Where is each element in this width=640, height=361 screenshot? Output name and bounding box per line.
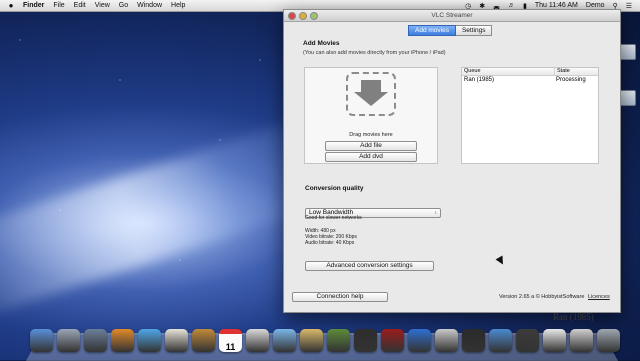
menu-file[interactable]: File (53, 2, 64, 9)
calendar-day: 11 (225, 342, 236, 352)
menu-user[interactable]: Demo (586, 2, 605, 9)
finder-icon[interactable] (30, 329, 53, 352)
connection-help-button[interactable]: Connection help (292, 292, 388, 302)
launchpad-icon[interactable] (57, 329, 80, 352)
calendar-icon[interactable]: 11 (219, 329, 242, 352)
itunes-icon[interactable] (408, 329, 431, 352)
drop-zone-label: Drag movies here (349, 132, 393, 138)
menu-clock[interactable]: Thu 11:46 AM (535, 2, 578, 9)
table-row[interactable]: Ran (1985) Processing (462, 76, 598, 85)
add-movies-heading: Add Movies (303, 40, 340, 47)
contacts-icon[interactable] (192, 329, 215, 352)
menu-finder[interactable]: Finder (23, 2, 44, 9)
app-store-icon[interactable] (435, 329, 458, 352)
advanced-conversion-settings-button[interactable]: Advanced conversion settings (305, 261, 434, 271)
queue-item-state: Processing (556, 77, 586, 83)
menu-edit[interactable]: Edit (74, 2, 86, 9)
queue-item-name: Ran (1985) (464, 77, 495, 83)
close-button[interactable] (288, 12, 296, 20)
mission-control-icon[interactable] (84, 329, 107, 352)
messages-icon[interactable] (327, 329, 350, 352)
volume-icon[interactable]: ♬ (508, 2, 515, 9)
tab-bar: Add movies Settings (408, 25, 493, 36)
terminal-icon[interactable] (516, 329, 539, 352)
photo-booth-icon[interactable] (381, 329, 404, 352)
conversion-quality-heading: Conversion quality (305, 185, 364, 192)
queue-header: Queue State (462, 68, 598, 76)
zoom-button[interactable] (310, 12, 318, 20)
quality-description: Good for slower networks (305, 215, 362, 221)
add-file-button[interactable]: Add file (325, 141, 417, 151)
mail-icon[interactable] (165, 329, 188, 352)
minimize-button[interactable] (299, 12, 307, 20)
trash-icon[interactable] (597, 329, 620, 352)
maps-icon[interactable] (273, 329, 296, 352)
quicktime-icon[interactable] (489, 329, 512, 352)
drag-ghost-label: Ran (1985) (553, 312, 594, 322)
tab-add-movies[interactable]: Add movies (408, 25, 456, 36)
apple-menu-icon[interactable]: ● (5, 1, 17, 10)
reminders-icon[interactable] (246, 329, 269, 352)
drop-zone[interactable]: Drag movies here Add file Add dvd (304, 67, 438, 164)
chevron-updown-icon: ↕ (434, 210, 438, 216)
download-arrow-icon (346, 72, 396, 116)
facetime-icon[interactable] (354, 329, 377, 352)
menu-go[interactable]: Go (119, 2, 128, 9)
queue-column-header[interactable]: Queue (462, 68, 554, 75)
document-icon[interactable] (543, 329, 566, 352)
title-bar[interactable]: VLC Streamer (284, 10, 620, 22)
notification-center-icon[interactable]: ☰ (626, 2, 632, 10)
menu-view[interactable]: View (95, 2, 110, 9)
window-title: VLC Streamer (431, 12, 473, 19)
safari-icon[interactable] (138, 329, 161, 352)
menu-help[interactable]: Help (171, 2, 185, 9)
notes-icon[interactable] (300, 329, 323, 352)
licences-link[interactable]: Licences (588, 294, 610, 300)
state-column-header[interactable]: State (554, 68, 598, 75)
system-preferences-icon[interactable] (462, 329, 485, 352)
add-movies-subtitle: (You can also add movies directly from y… (303, 50, 446, 56)
vlc-streamer-window: VLC Streamer Add movies Settings Add Mov… (283, 9, 621, 313)
menu-window[interactable]: Window (137, 2, 162, 9)
quality-audio-bitrate: Audio bitrate: 40 Kbps (305, 240, 355, 246)
stack-icon[interactable] (570, 329, 593, 352)
dock-icons: 11 (30, 329, 620, 352)
queue-table[interactable]: Queue State Ran (1985) Processing (461, 67, 599, 164)
add-dvd-button[interactable]: Add dvd (325, 152, 417, 162)
version-text: Version 2.65 a © HobbyistSoftware (499, 294, 585, 300)
vlc-icon[interactable] (111, 329, 134, 352)
tab-settings[interactable]: Settings (455, 25, 493, 36)
